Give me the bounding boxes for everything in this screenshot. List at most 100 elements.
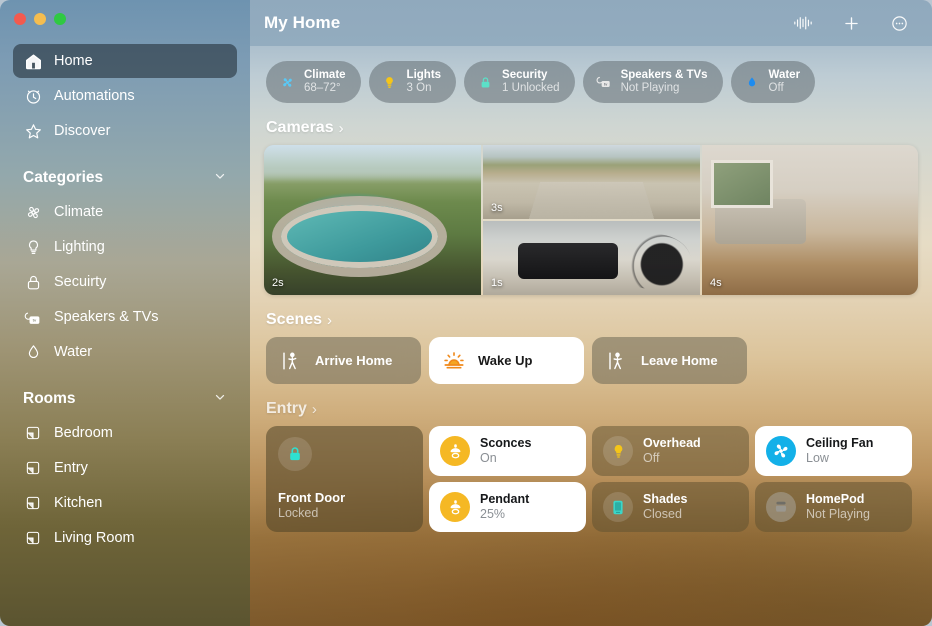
- minimize-button[interactable]: [34, 13, 46, 25]
- sidebar-group-categories[interactable]: Categories: [0, 161, 250, 195]
- accessory-name: Ceiling Fan: [806, 436, 874, 450]
- camera-tile-driveway[interactable]: 3s: [483, 145, 700, 219]
- sidebar-item-lighting[interactable]: Lighting: [13, 230, 237, 264]
- sidebar-item-label: Water: [54, 344, 93, 360]
- status-pill-name: Security: [502, 69, 548, 82]
- sidebar-item-kitchen[interactable]: Kitchen: [13, 486, 237, 520]
- accessory-tile-shades[interactable]: Shades Closed: [592, 482, 749, 532]
- plus-icon[interactable]: [840, 12, 862, 34]
- camera-tile-garage[interactable]: 1s: [483, 221, 700, 295]
- accessory-name: Shades: [643, 492, 688, 506]
- sidebar-nav: Home Automations Discover: [0, 44, 250, 148]
- person-arrive-icon: [280, 350, 302, 372]
- status-pill-lights[interactable]: Lights 3 On: [368, 61, 457, 103]
- sidebar-item-security[interactable]: Secuirty: [13, 265, 237, 299]
- camera-preview: [264, 145, 481, 295]
- sidebar-group-rooms[interactable]: Rooms: [0, 382, 250, 416]
- sidebar-item-living-room[interactable]: Living Room: [13, 521, 237, 555]
- sidebar-item-label: Discover: [54, 123, 111, 139]
- close-button[interactable]: [14, 13, 26, 25]
- accessory-tile-ceiling-fan[interactable]: Ceiling Fan Low: [755, 426, 912, 476]
- camera-tile-living-room[interactable]: 4s: [702, 145, 918, 295]
- sunrise-icon: [443, 351, 465, 371]
- scene-button-wake-up[interactable]: Wake Up: [429, 337, 584, 384]
- section-label: Cameras: [266, 119, 334, 136]
- titlebar: My Home: [250, 0, 932, 46]
- sidebar-item-label: Secuirty: [54, 274, 107, 290]
- zoom-button[interactable]: [54, 13, 66, 25]
- status-pill-name: Speakers & TVs: [620, 69, 708, 82]
- accessory-tile-front-door[interactable]: Front Door Locked: [266, 426, 423, 532]
- page-title: My Home: [264, 13, 341, 32]
- chevron-down-icon[interactable]: [213, 169, 227, 188]
- status-pill-value: 1 Unlocked: [502, 82, 560, 94]
- sidebar-item-entry[interactable]: Entry: [13, 451, 237, 485]
- scene-button-arrive-home[interactable]: Arrive Home: [266, 337, 421, 384]
- sidebar-item-label: Living Room: [54, 530, 135, 546]
- sidebar-item-water[interactable]: Water: [13, 335, 237, 369]
- accessory-name: Pendant: [480, 492, 530, 506]
- camera-timestamp: 4s: [710, 277, 722, 289]
- bulb-icon: [381, 73, 399, 91]
- accessory-state: Low: [806, 451, 829, 465]
- waveform-icon[interactable]: [792, 12, 814, 34]
- accessory-grid: Front Door Locked Sconces On Overhead Of…: [266, 426, 918, 532]
- camera-preview: [483, 145, 700, 219]
- accessory-tile-pendant[interactable]: Pendant 25%: [429, 482, 586, 532]
- sidebar-item-discover[interactable]: Discover: [13, 114, 237, 148]
- camera-grid: 2s 3s 1s 4s: [264, 145, 918, 295]
- chevron-right-icon: ›: [338, 119, 344, 137]
- room-icon: [23, 458, 43, 478]
- status-pill-name: Climate: [304, 69, 346, 82]
- accessory-tile-overhead[interactable]: Overhead Off: [592, 426, 749, 476]
- status-pill-value: Off: [768, 82, 784, 94]
- scene-label: Wake Up: [478, 353, 533, 368]
- sidebar-item-home[interactable]: Home: [13, 44, 237, 78]
- room-icon: [23, 528, 43, 548]
- status-pill-climate[interactable]: Climate 68–72°: [266, 61, 361, 103]
- lock-icon: [476, 73, 494, 91]
- room-icon: [23, 493, 43, 513]
- droplet-icon: [743, 73, 761, 91]
- scene-button-leave-home[interactable]: Leave Home: [592, 337, 747, 384]
- sconce-icon: [440, 436, 470, 466]
- sidebar-rooms-list: Bedroom Entry Kitchen Living Room: [0, 416, 250, 555]
- sidebar-item-automations[interactable]: Automations: [13, 79, 237, 113]
- sconce-icon: [440, 492, 470, 522]
- section-title-cameras[interactable]: Cameras ›: [266, 119, 918, 137]
- sidebar-item-bedroom[interactable]: Bedroom: [13, 416, 237, 450]
- house-icon: [23, 51, 43, 71]
- home-app-window: Home Automations Discover Categories Cli…: [0, 0, 932, 626]
- status-pill-row: Climate 68–72° Lights 3 On Security 1 Un…: [264, 46, 918, 103]
- section-title-scenes[interactable]: Scenes ›: [266, 311, 918, 329]
- speaker-tv-icon: tv: [23, 307, 43, 327]
- status-pill-security[interactable]: Security 1 Unlocked: [464, 61, 575, 103]
- section-title-entry[interactable]: Entry ›: [266, 400, 918, 418]
- accessory-tile-homepod[interactable]: HomePod Not Playing: [755, 482, 912, 532]
- more-icon[interactable]: [888, 12, 910, 34]
- room-icon: [23, 423, 43, 443]
- sidebar-item-climate[interactable]: Climate: [13, 195, 237, 229]
- scene-label: Leave Home: [641, 353, 718, 368]
- content-scroll-area: Climate 68–72° Lights 3 On Security 1 Un…: [250, 46, 932, 532]
- chevron-right-icon: ›: [311, 400, 317, 418]
- camera-tile-pool[interactable]: 2s: [264, 145, 481, 295]
- accessory-name: HomePod: [806, 492, 865, 506]
- scene-label: Arrive Home: [315, 353, 393, 368]
- clock-icon: [23, 86, 43, 106]
- status-pill-water[interactable]: Water Off: [730, 61, 816, 103]
- bulb-icon: [23, 237, 43, 257]
- scene-row: Arrive Home Wake Up Leave Home: [266, 337, 918, 384]
- sidebar-item-label: Entry: [54, 460, 88, 476]
- accessory-name: Overhead: [643, 436, 701, 450]
- camera-timestamp: 1s: [491, 277, 503, 289]
- accessory-tile-sconces[interactable]: Sconces On: [429, 426, 586, 476]
- sidebar-item-speakers-tvs[interactable]: tv Speakers & TVs: [13, 300, 237, 334]
- accessory-state: Locked: [278, 506, 319, 520]
- homepod-icon: [766, 492, 796, 522]
- fan-icon: [278, 73, 296, 91]
- speaker-tv-icon: tv: [595, 73, 613, 91]
- status-pill-value: Not Playing: [620, 82, 680, 94]
- chevron-down-icon[interactable]: [213, 390, 227, 409]
- status-pill-speakers-tvs[interactable]: tv Speakers & TVs Not Playing: [582, 61, 723, 103]
